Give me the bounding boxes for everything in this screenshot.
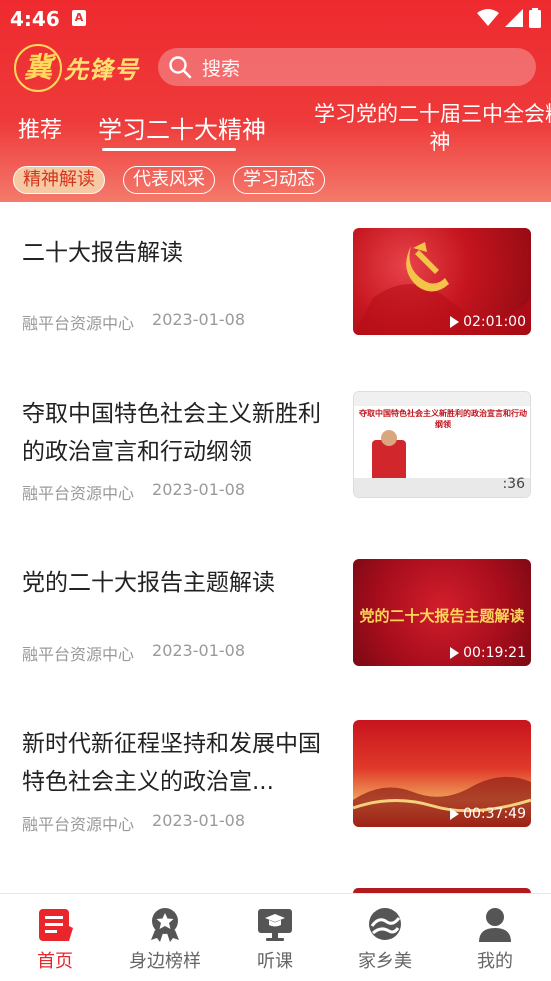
tab-recommend[interactable]: 推荐: [18, 112, 62, 144]
video-thumbnail: 夺取中国特色社会主义新胜利的政治宣言和行动纲领 :36: [353, 391, 531, 498]
play-icon: [450, 808, 460, 820]
search-bar[interactable]: 搜索: [158, 48, 536, 86]
status-time: 4:46: [10, 7, 60, 31]
tab-study-20th[interactable]: 学习二十大精神: [98, 110, 266, 145]
logo-mark: 冀: [14, 44, 62, 92]
list-item[interactable]: 夺取中国特色社会主义新胜利的政治宣言和行动纲领 融平台资源中心 2023-01-…: [0, 367, 551, 532]
nav-lectures[interactable]: 听课: [220, 894, 330, 981]
speaker-figure: [372, 440, 406, 480]
chip-interpretation[interactable]: 精神解读: [13, 166, 105, 194]
thumb-top-strip: [354, 392, 530, 406]
article-title: 新时代新征程坚持和发展中国特色社会主义的政治宣...: [22, 731, 321, 795]
nav-profile[interactable]: 我的: [440, 894, 550, 981]
status-bar: 4:46 A: [0, 0, 551, 36]
play-icon: [450, 316, 460, 328]
nav-label: 身边榜样: [129, 951, 201, 972]
article-title: 党的二十大报告主题解读: [22, 570, 275, 596]
profile-icon: [479, 908, 511, 942]
article-source: 融平台资源中心: [22, 314, 135, 333]
nav-home[interactable]: 首页: [0, 894, 110, 981]
nav-role-models[interactable]: 身边榜样: [110, 894, 220, 981]
video-duration: 02:01:00: [450, 314, 526, 330]
lecture-icon: [258, 909, 292, 941]
video-thumbnail: 00:37:49: [353, 720, 531, 827]
logo-text: 先锋号: [64, 55, 139, 84]
play-icon: [450, 647, 460, 659]
article-meta: 融平台资源中心 2023-01-08: [22, 310, 245, 334]
video-duration: :36: [502, 476, 525, 492]
article-meta: 融平台资源中心 2023-01-08: [22, 641, 245, 665]
speaker-head: [381, 430, 397, 446]
article-source: 融平台资源中心: [22, 484, 135, 503]
chip-representatives[interactable]: 代表风采: [123, 166, 215, 194]
video-duration: 00:19:21: [450, 645, 526, 661]
article-meta: 融平台资源中心 2023-01-08: [22, 480, 245, 504]
nav-label: 听课: [257, 951, 293, 972]
signal-icon: [505, 9, 523, 27]
badge-icon: [151, 908, 179, 942]
article-source: 融平台资源中心: [22, 645, 135, 664]
search-icon: [169, 56, 192, 79]
list-item[interactable]: 新时代新征程坚持和发展中国特色社会主义的政治宣... 融平台资源中心 2023-…: [0, 697, 551, 862]
bottom-navigation: 首页 身边榜样 听课 家乡美 我的: [0, 893, 551, 981]
status-icons: [477, 8, 541, 28]
battery-icon: [529, 8, 541, 28]
article-date: 2023-01-08: [152, 811, 245, 830]
article-date: 2023-01-08: [152, 310, 245, 329]
thumb-caption: 夺取中国特色社会主义新胜利的政治宣言和行动纲领: [359, 409, 527, 429]
article-date: 2023-01-08: [152, 641, 245, 660]
article-meta: 融平台资源中心 2023-01-08: [22, 811, 245, 835]
chip-study-news[interactable]: 学习动态: [233, 166, 325, 194]
active-tab-indicator: [102, 148, 236, 151]
article-title: 夺取中国特色社会主义新胜利的政治宣言和行动纲领: [22, 401, 321, 465]
list-item[interactable]: 二十大报告解读 融平台资源中心 2023-01-08 02:01:00: [0, 202, 551, 367]
category-tabs: 推荐 学习二十大精神 学习党的二十届三中全会精神: [0, 98, 551, 158]
search-placeholder: 搜索: [202, 57, 241, 80]
nav-label: 家乡美: [358, 951, 412, 972]
article-date: 2023-01-08: [152, 480, 245, 499]
app-logo: 冀 先锋号: [14, 42, 142, 94]
video-thumbnail: 党的二十大报告主题解读 00:19:21: [353, 559, 531, 666]
list-item[interactable]: 党的二十大报告主题解读 融平台资源中心 2023-01-08 党的二十大报告主题…: [0, 532, 551, 697]
hometown-icon: [369, 908, 401, 940]
tab-study-third-plenum[interactable]: 学习党的二十届三中全会精神: [310, 100, 551, 156]
nav-label: 首页: [37, 951, 73, 972]
notification-app-icon: A: [72, 10, 86, 26]
wifi-icon: [477, 9, 499, 26]
article-title: 二十大报告解读: [22, 240, 183, 266]
nav-hometown[interactable]: 家乡美: [330, 894, 440, 981]
nav-label: 我的: [477, 951, 513, 972]
video-duration: 00:37:49: [450, 806, 526, 822]
app-header: 4:46 A 冀 先锋号 搜索 推荐 学习二十大精神 学习党的二十届三中全会精神…: [0, 0, 551, 202]
article-source: 融平台资源中心: [22, 815, 135, 834]
video-thumbnail: 02:01:00: [353, 228, 531, 335]
thumb-caption: 党的二十大报告主题解读: [359, 607, 525, 625]
home-icon: [39, 909, 73, 941]
